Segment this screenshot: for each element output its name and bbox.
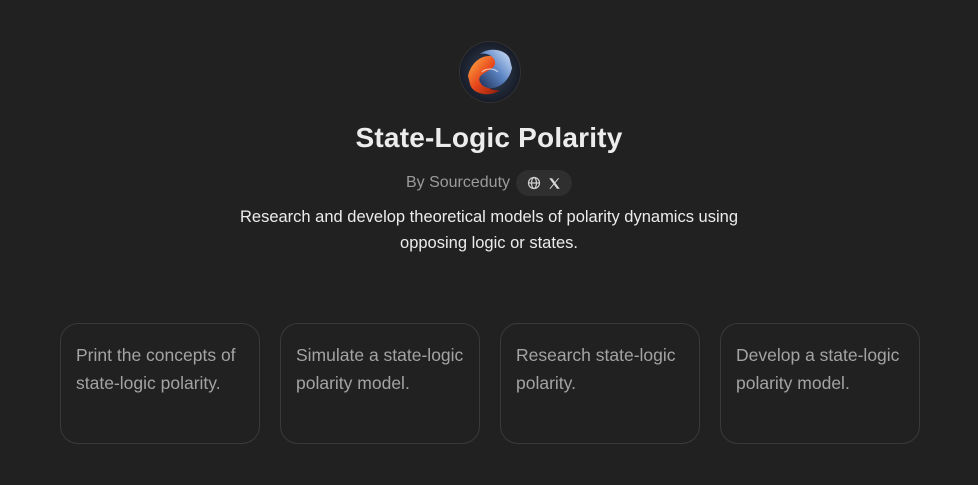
social-links — [516, 170, 573, 196]
gpt-avatar — [460, 42, 520, 102]
conversation-starter-card[interactable]: Develop a state-logic polarity model. — [720, 323, 920, 444]
byline-row: By Sourceduty — [0, 170, 978, 196]
conversation-starter-card[interactable]: Simulate a state-logic polarity model. — [280, 323, 480, 444]
conversation-starter-card[interactable]: Print the concepts of state-logic polari… — [60, 323, 260, 444]
gpt-description: Research and develop theoretical models … — [239, 208, 739, 252]
gpt-title: State-Logic Polarity — [355, 122, 623, 153]
globe-icon[interactable] — [526, 176, 541, 191]
conversation-starters: Print the concepts of state-logic polari… — [60, 323, 920, 444]
author-byline: By Sourceduty — [405, 174, 511, 191]
conversation-starter-card[interactable]: Research state-logic polarity. — [500, 323, 700, 444]
x-logo-icon[interactable] — [547, 176, 562, 191]
gpt-landing: State-Logic Polarity By Sourceduty Resea… — [0, 0, 978, 485]
